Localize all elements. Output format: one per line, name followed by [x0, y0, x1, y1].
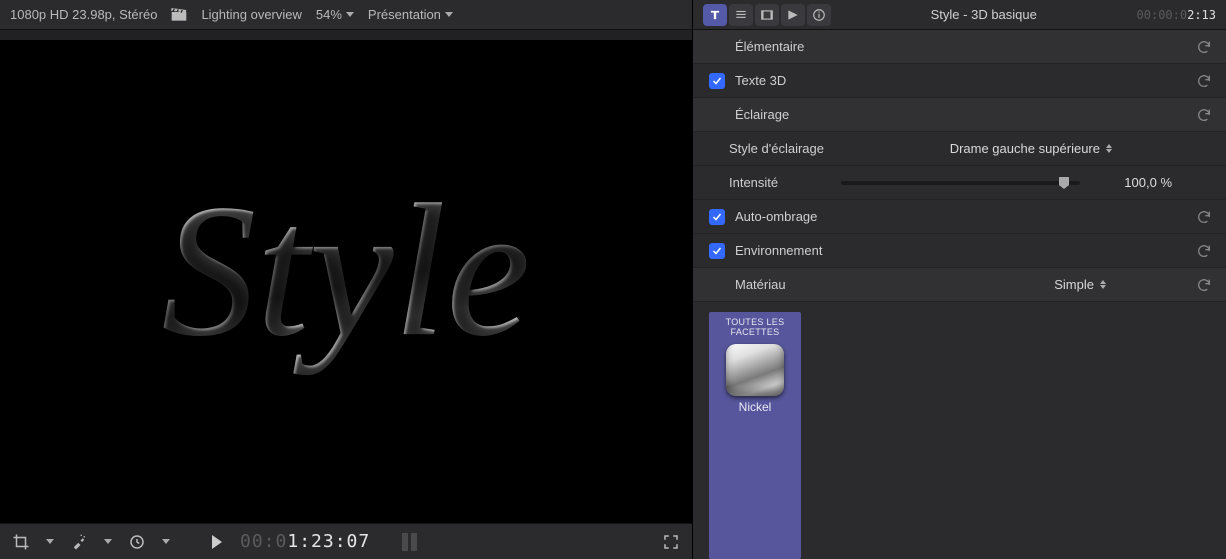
material-mode-dropdown[interactable]: Simple	[1054, 277, 1106, 292]
intensity-label: Intensité	[729, 175, 819, 190]
crop-tool-icon[interactable]	[10, 533, 32, 551]
inspector-topbar: Style - 3D basique 00:00:02:13	[693, 0, 1226, 30]
retime-tool-icon[interactable]	[126, 533, 148, 551]
inspector-tabs	[703, 4, 831, 26]
stepper-icon	[1100, 280, 1106, 289]
inspector-duration: 00:00:02:13	[1137, 8, 1216, 22]
facet-header2: FACETTES	[713, 328, 797, 338]
lighting-label: Éclairage	[735, 107, 789, 122]
section-material[interactable]: Matériau Simple	[693, 268, 1226, 302]
tab-generator[interactable]	[781, 4, 805, 26]
format-label: 1080p HD 23.98p, Stéréo	[10, 7, 157, 22]
row-environment: Environnement	[693, 234, 1226, 268]
reset-icon[interactable]	[1196, 73, 1212, 89]
lighting-style-label: Style d'éclairage	[729, 141, 859, 156]
material-swatch-icon	[726, 344, 784, 396]
checkbox-text3d[interactable]	[709, 73, 725, 89]
facet-name: Nickel	[713, 400, 797, 414]
auto-shadow-label: Auto-ombrage	[735, 209, 817, 224]
section-lighting[interactable]: Éclairage	[693, 98, 1226, 132]
material-mode-value: Simple	[1054, 277, 1094, 292]
play-button[interactable]	[212, 535, 222, 549]
row-auto-shadow: Auto-ombrage	[693, 200, 1226, 234]
view-menu-dropdown[interactable]: Présentation	[368, 7, 453, 22]
section-elementary[interactable]: Élémentaire	[693, 30, 1226, 64]
reset-icon[interactable]	[1196, 39, 1212, 55]
lighting-style-value: Drame gauche supérieure	[950, 141, 1100, 156]
clip-name-label: Lighting overview	[201, 7, 301, 22]
zoom-label: 54%	[316, 7, 342, 22]
reset-icon[interactable]	[1196, 107, 1212, 123]
tab-paragraph[interactable]	[729, 4, 753, 26]
zoom-dropdown[interactable]: 54%	[316, 7, 354, 22]
chevron-down-icon[interactable]	[104, 539, 112, 544]
intensity-slider[interactable]	[841, 181, 1080, 185]
checkbox-environment[interactable]	[709, 243, 725, 259]
tab-video[interactable]	[755, 4, 779, 26]
viewer-bottombar: 00:01:23:07	[0, 523, 692, 559]
material-facets: TOUTES LES FACETTES Nickel	[693, 302, 1226, 559]
material-label: Matériau	[735, 277, 786, 292]
inspector-panel: Style - 3D basique 00:00:02:13 Élémentai…	[692, 0, 1226, 559]
stepper-icon	[1106, 144, 1112, 153]
fullscreen-icon[interactable]	[660, 533, 682, 551]
lighting-style-dropdown[interactable]: Drame gauche supérieure	[950, 141, 1112, 156]
row-lighting-style: Style d'éclairage Drame gauche supérieur…	[693, 132, 1226, 166]
intensity-value[interactable]: 100,0 %	[1102, 175, 1172, 190]
environment-label: Environnement	[735, 243, 822, 258]
tab-info[interactable]	[807, 4, 831, 26]
chevron-down-icon[interactable]	[162, 539, 170, 544]
viewer-topbar: 1080p HD 23.98p, Stéréo Lighting overvie…	[0, 0, 692, 30]
preview-3d-text: Style	[161, 162, 530, 380]
checkbox-auto-shadow[interactable]	[709, 209, 725, 225]
chevron-down-icon[interactable]	[46, 539, 54, 544]
slider-thumb-icon[interactable]	[1058, 176, 1070, 190]
row-intensity: Intensité 100,0 %	[693, 166, 1226, 200]
audio-meter-icon	[402, 533, 417, 551]
facet-card-all[interactable]: TOUTES LES FACETTES Nickel	[709, 312, 801, 559]
reset-icon[interactable]	[1196, 243, 1212, 259]
clapperboard-icon	[171, 8, 187, 22]
section-elementary-label: Élémentaire	[735, 39, 804, 54]
reset-icon[interactable]	[1196, 277, 1212, 293]
row-text3d: Texte 3D	[693, 64, 1226, 98]
timecode-display[interactable]: 00:01:23:07	[240, 531, 370, 552]
viewer-canvas[interactable]: Style	[0, 40, 692, 523]
reset-icon[interactable]	[1196, 209, 1212, 225]
enhance-tool-icon[interactable]	[68, 533, 90, 551]
viewer-panel: 1080p HD 23.98p, Stéréo Lighting overvie…	[0, 0, 692, 559]
timecode-dim: 00:0	[240, 531, 287, 552]
clip-name-dropdown[interactable]: Lighting overview	[201, 7, 301, 22]
chevron-down-icon	[346, 12, 354, 17]
view-menu-label: Présentation	[368, 7, 441, 22]
inspector-title: Style - 3D basique	[839, 7, 1129, 22]
text3d-label: Texte 3D	[735, 73, 786, 88]
chevron-down-icon	[445, 12, 453, 17]
timecode-lit: 1:23:07	[287, 531, 370, 552]
tab-text[interactable]	[703, 4, 727, 26]
